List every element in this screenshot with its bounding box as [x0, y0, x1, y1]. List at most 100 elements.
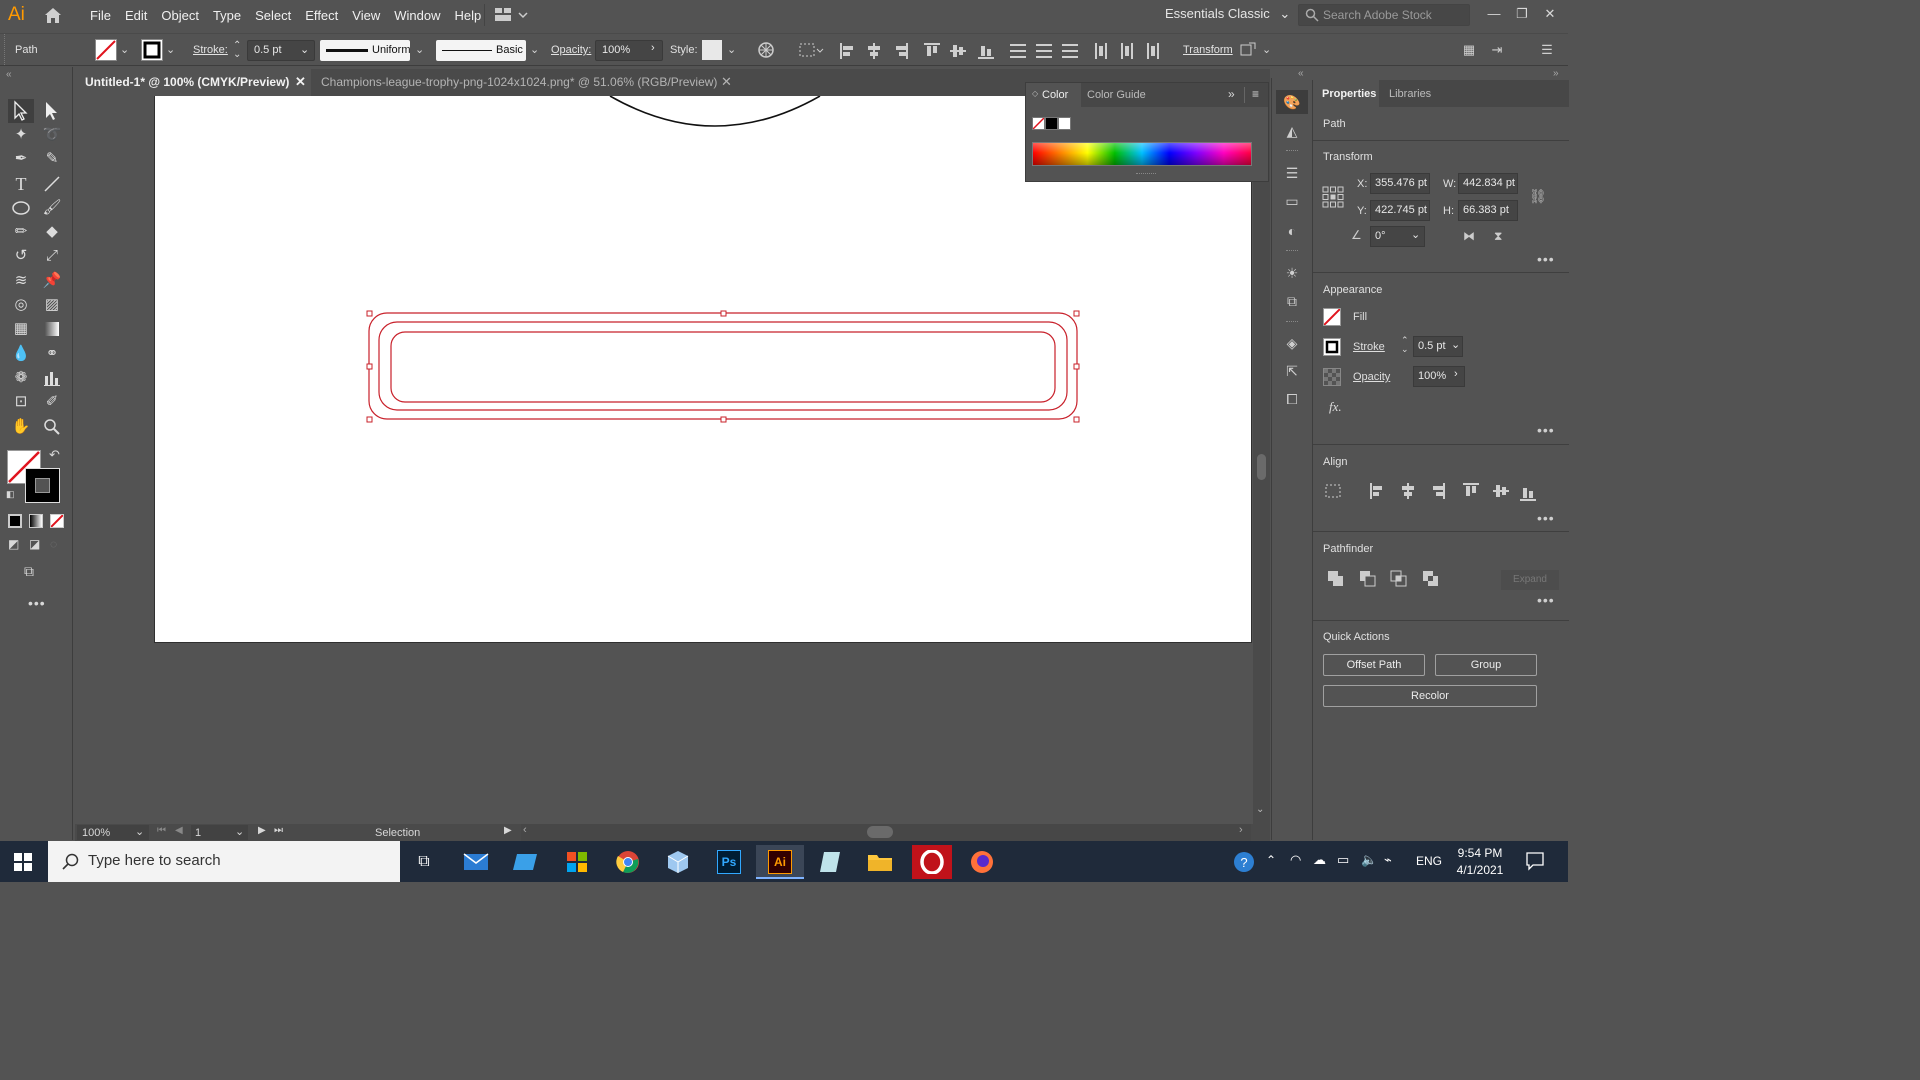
opacity-label[interactable]: Opacity: — [551, 44, 591, 56]
angle-field[interactable]: 0° ⌄ — [1370, 226, 1425, 247]
artboard-field[interactable]: 1 ⌄ — [191, 825, 248, 840]
unite-icon[interactable] — [1327, 570, 1345, 588]
photoshop-app-icon[interactable]: Ps — [709, 845, 749, 879]
more-options-icon[interactable]: ••• — [1537, 510, 1555, 526]
appearance-fill-swatch[interactable] — [1323, 308, 1341, 326]
stroke-weight-field[interactable]: 0.5 pt ⌄ — [247, 40, 315, 61]
chrome-app-icon[interactable] — [608, 845, 648, 879]
slice-tool-icon[interactable]: ✐ — [40, 390, 64, 414]
expand-panel-icon[interactable]: » — [1228, 87, 1235, 101]
close-icon[interactable]: ✕ — [1539, 3, 1561, 25]
gradient-panel-icon[interactable]: ▭ — [1280, 189, 1304, 213]
microsoft-store-app-icon[interactable] — [557, 845, 597, 879]
collapse-icon[interactable]: « — [6, 69, 12, 80]
firefox-app-icon[interactable] — [962, 845, 1002, 879]
close-icon[interactable]: ✕ — [295, 74, 306, 90]
graphic-styles-icon[interactable]: ⧉ — [1280, 289, 1304, 313]
pen-tool-icon[interactable]: ✒ — [9, 147, 33, 171]
next-artboard-icon[interactable]: ▶ — [258, 825, 266, 836]
direct-selection-tool-icon[interactable] — [40, 99, 64, 123]
stroke-stepper-icon[interactable]: ⌃ ⌄ — [233, 41, 241, 60]
fill-none-swatch[interactable] — [95, 39, 117, 61]
menu-select[interactable]: Select — [255, 8, 291, 23]
color-spectrum[interactable] — [1032, 142, 1252, 166]
opacity-field[interactable]: 100% › — [595, 40, 663, 61]
gradient-mode-icon[interactable] — [29, 514, 43, 528]
resize-grip[interactable] — [1136, 173, 1156, 176]
taskbar-search-input[interactable]: Type here to search — [48, 841, 400, 882]
fill-dropdown-icon[interactable]: ⌄ — [120, 43, 129, 56]
variable-width-profile[interactable]: Uniform — [320, 40, 411, 61]
opacity-label[interactable]: Opacity — [1353, 371, 1390, 383]
tab-properties[interactable]: Properties — [1322, 88, 1376, 100]
type-tool-icon[interactable]: T — [9, 172, 33, 196]
y-field[interactable]: 422.745 pt — [1370, 200, 1430, 221]
chevron-down-icon[interactable]: ⌄ — [530, 43, 539, 56]
stroke-dropdown-icon[interactable]: ⌄ — [166, 43, 175, 56]
none-mode-icon[interactable] — [50, 514, 64, 528]
shaper-tool-icon[interactable]: ✏ — [9, 220, 33, 244]
stroke-color-swatch[interactable] — [25, 468, 60, 503]
isolate-icon[interactable]: ▦ — [1458, 39, 1480, 61]
selection-tool-icon[interactable] — [9, 99, 33, 123]
w-field[interactable]: 442.834 pt — [1458, 173, 1518, 194]
menu-edit[interactable]: Edit — [125, 8, 147, 23]
column-graph-tool-icon[interactable] — [40, 366, 64, 390]
more-options-icon[interactable]: ••• — [1537, 422, 1555, 438]
draw-behind-icon[interactable]: ◪ — [29, 537, 40, 551]
scroll-right-icon[interactable]: › — [1239, 824, 1243, 836]
menu-type[interactable]: Type — [213, 8, 241, 23]
notes-app-icon[interactable] — [810, 845, 850, 879]
appearance-stroke-field[interactable]: 0.5 pt ⌄ — [1413, 336, 1463, 357]
last-artboard-icon[interactable]: ⏭ — [274, 825, 283, 836]
windows-start-icon[interactable] — [14, 853, 32, 871]
artboards-panel-icon[interactable]: ⧠ — [1280, 387, 1304, 411]
menu-help[interactable]: Help — [454, 8, 481, 23]
more-options-icon[interactable]: ••• — [1537, 592, 1555, 608]
menu-view[interactable]: View — [352, 8, 380, 23]
mail-app-icon[interactable] — [456, 845, 496, 879]
previous-artboard-icon[interactable]: ◀ — [175, 825, 183, 836]
symbol-sprayer-tool-icon[interactable]: ❁ — [9, 366, 33, 390]
tab-color-guide[interactable]: Color Guide — [1087, 89, 1146, 101]
screen-mode-icon[interactable]: ⧉ — [24, 563, 34, 580]
chevron-down-icon[interactable]: ⌄ — [1262, 43, 1271, 56]
color-guide-icon[interactable]: ◭ — [1280, 119, 1304, 143]
tab-libraries[interactable]: Libraries — [1389, 88, 1431, 100]
black-color-chip[interactable] — [1045, 117, 1058, 130]
transparency-panel-icon[interactable]: ◐ — [1280, 219, 1304, 243]
collapse-panel-icon[interactable]: » — [1553, 68, 1559, 79]
panel-menu-icon[interactable]: ≡ — [1252, 87, 1259, 101]
draw-inside-icon[interactable]: ◌ — [50, 537, 57, 551]
zoom-tool-icon[interactable] — [40, 415, 64, 439]
volume-icon[interactable]: 🔈 — [1361, 852, 1377, 868]
color-panel-icon[interactable]: 🎨 — [1280, 90, 1304, 114]
minus-front-icon[interactable] — [1359, 570, 1377, 588]
hand-tool-icon[interactable]: ✋ — [9, 415, 33, 439]
minimize-icon[interactable]: — — [1483, 3, 1505, 25]
ellipse-tool-icon[interactable] — [9, 196, 33, 220]
search-stock-input[interactable]: Search Adobe Stock — [1298, 4, 1470, 26]
offset-path-button[interactable]: Offset Path — [1323, 654, 1425, 676]
h-field[interactable]: 66.383 pt — [1458, 200, 1518, 221]
vertical-scrollbar[interactable]: ⌄ — [1253, 96, 1270, 824]
puppet-warp-tool-icon[interactable]: 📌 — [40, 269, 64, 293]
transform-options-icon[interactable] — [1238, 39, 1260, 61]
help-icon[interactable]: ? — [1233, 851, 1255, 873]
scroll-thumb[interactable] — [1257, 454, 1266, 480]
lasso-tool-icon[interactable]: ➰ — [40, 123, 64, 147]
expand-button[interactable]: Expand — [1501, 570, 1559, 590]
appearance-panel-icon[interactable]: ☀ — [1280, 261, 1304, 285]
illustrator-app-icon[interactable]: Ai — [756, 845, 804, 879]
arrange-icon[interactable]: ⇥ — [1486, 39, 1508, 61]
reference-point-icon[interactable] — [1322, 186, 1344, 208]
flip-vertical-icon[interactable]: ⧗ — [1494, 229, 1502, 244]
layers-panel-icon[interactable]: ◈ — [1280, 331, 1304, 355]
line-tool-icon[interactable] — [40, 172, 64, 196]
white-color-chip[interactable] — [1058, 117, 1071, 130]
eyedropper-tool-icon[interactable]: 💧 — [9, 342, 33, 366]
clock[interactable]: 9:54 PM 4/1/2021 — [1448, 845, 1512, 879]
control-menu-icon[interactable]: ☰ — [1536, 39, 1558, 61]
meet-now-icon[interactable]: ⌁ — [1384, 852, 1392, 868]
perspective-grid-tool-icon[interactable]: ▨ — [40, 293, 64, 317]
